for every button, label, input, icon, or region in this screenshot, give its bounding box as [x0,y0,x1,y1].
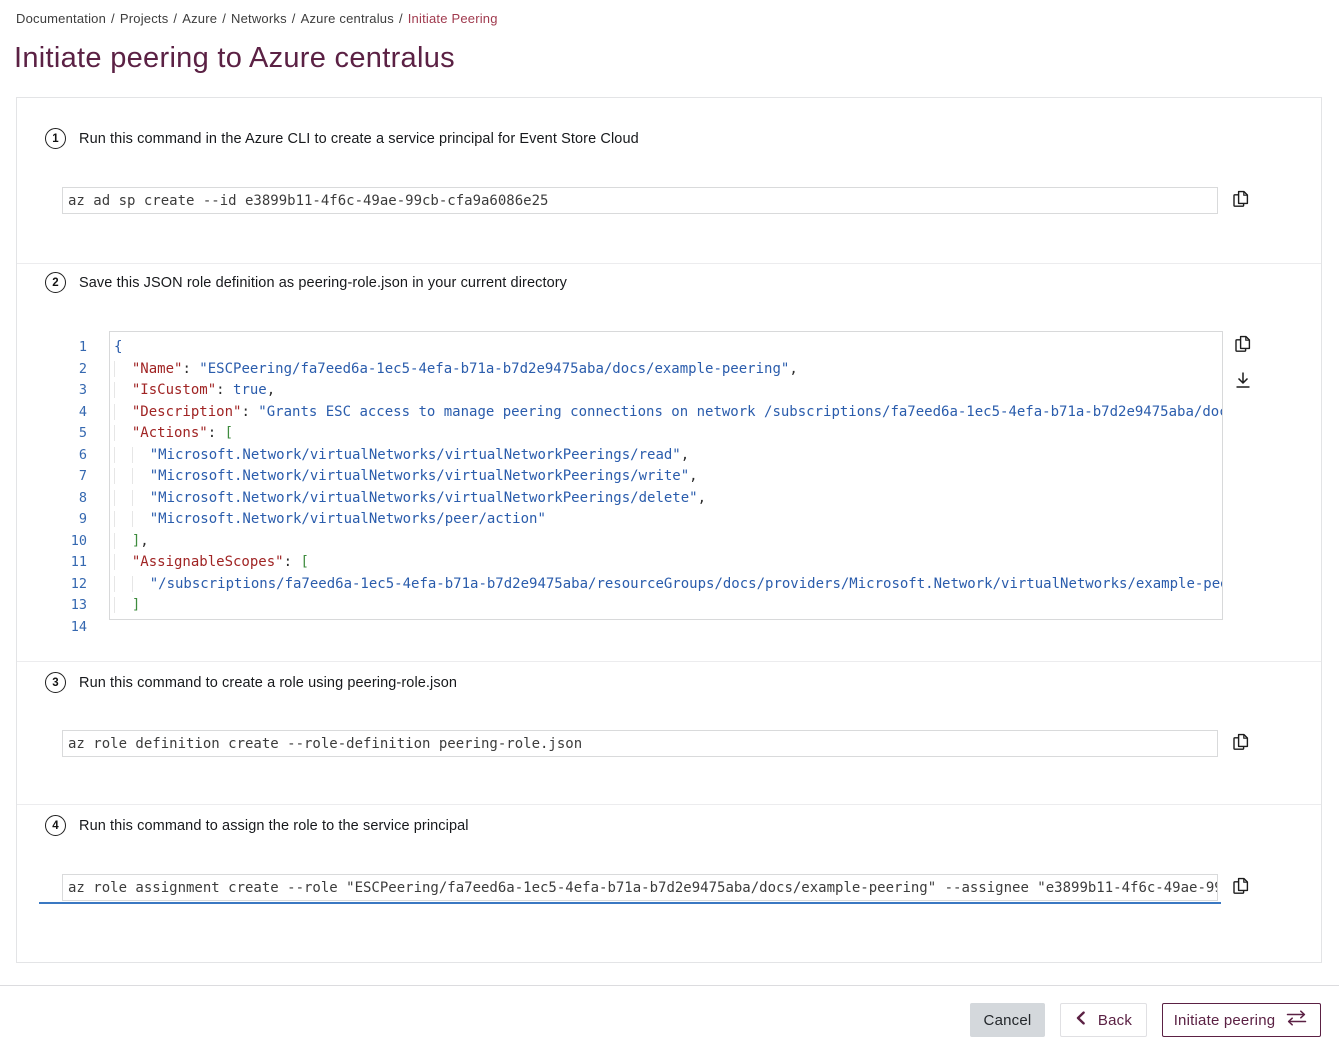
step-3-number-text: 3 [52,677,58,689]
chevron-left-icon [1075,1011,1086,1029]
code-line: { [114,337,1222,359]
step-2-number-text: 2 [52,277,58,289]
step-4-command-box[interactable]: az role assignment create --role "ESCPee… [62,874,1218,901]
step-1-command-box[interactable]: az ad sp create --id e3899b11-4f6c-49ae-… [62,187,1218,214]
back-button[interactable]: Back [1060,1003,1147,1037]
breadcrumb-item-documentation[interactable]: Documentation [16,11,106,26]
line-number: 11 [45,552,87,574]
line-number: 9 [45,509,87,531]
code-line: "/subscriptions/fa7eed6a-1ec5-4efa-b71a-… [114,574,1222,596]
breadcrumb-separator: / [222,11,226,26]
code-line: "AssignableScopes": [ [114,552,1222,574]
copy-icon [1232,333,1254,358]
step-4-command-text: az role assignment create --role "ESCPee… [63,880,1218,896]
step-1-command-text: az ad sp create --id e3899b11-4f6c-49ae-… [63,193,548,209]
breadcrumb-separator: / [173,11,177,26]
copy-icon [1230,731,1252,756]
copy-icon [1230,875,1252,900]
step-3-instruction: Run this command to create a role using … [79,675,457,691]
step-4-instruction: Run this command to assign the role to t… [79,818,469,834]
step-4-number: 4 [45,815,66,836]
line-number: 8 [45,488,87,510]
breadcrumb-separator: / [399,11,403,26]
section-divider [17,661,1321,662]
initiate-peering-button[interactable]: Initiate peering [1162,1003,1321,1037]
line-number: 7 [45,466,87,488]
code-line: "Microsoft.Network/virtualNetworks/virtu… [114,488,1222,510]
code-line: "Microsoft.Network/virtualNetworks/peer/… [114,509,1222,531]
page-title: Initiate peering to Azure centralus [14,42,455,75]
code-line: "IsCustom": true, [114,380,1222,402]
step-4-number-text: 4 [52,820,58,832]
copy-json-button[interactable] [1231,333,1255,357]
step-3-command-box[interactable]: az role definition create --role-definit… [62,730,1218,757]
code-line: "Actions": [ [114,423,1222,445]
download-icon [1232,369,1254,394]
initiate-peering-page: Documentation / Projects / Azure / Networks / Az… [0,0,1339,1057]
copy-command-4-button[interactable] [1229,875,1253,899]
line-number: 2 [45,359,87,381]
step-3-command-text: az role definition create --role-definit… [63,736,582,752]
cancel-button[interactable]: Cancel [970,1003,1045,1037]
breadcrumb-item-azure-centralus[interactable]: Azure centralus [301,11,394,26]
code-line: "Name": "ESCPeering/fa7eed6a-1ec5-4efa-b… [114,359,1222,381]
copy-icon [1230,188,1252,213]
line-number: 3 [45,380,87,402]
breadcrumb-separator: / [292,11,296,26]
line-number: 12 [45,574,87,596]
line-numbers-gutter: 1234567891011121314 [45,337,87,638]
code-line: } [114,617,1222,621]
step-3-number: 3 [45,672,66,693]
breadcrumb-item-azure[interactable]: Azure [182,11,217,26]
line-number: 10 [45,531,87,553]
line-number: 14 [45,617,87,639]
code-line: "Microsoft.Network/virtualNetworks/virtu… [114,445,1222,467]
cancel-button-label: Cancel [984,1012,1032,1029]
json-role-definition-editor[interactable]: { "Name": "ESCPeering/fa7eed6a-1ec5-4efa… [109,331,1223,620]
step-2-number: 2 [45,272,66,293]
line-number: 5 [45,423,87,445]
back-button-label: Back [1098,1012,1132,1029]
section-divider [17,263,1321,264]
breadcrumb: Documentation / Projects / Azure / Networks / Az… [16,11,498,26]
horizontal-scrollbar-thumb[interactable] [39,902,1221,904]
code-line: ] [114,595,1222,617]
code-line: "Microsoft.Network/virtualNetworks/virtu… [114,466,1222,488]
line-number: 4 [45,402,87,424]
step-2-instruction: Save this JSON role definition as peerin… [79,275,567,291]
section-divider [17,804,1321,805]
line-number: 1 [45,337,87,359]
line-number: 6 [45,445,87,467]
transfer-arrows-icon [1284,1010,1309,1030]
code-line: "Description": "Grants ESC access to man… [114,402,1222,424]
step-1-instruction: Run this command in the Azure CLI to cre… [79,131,639,147]
initiate-peering-button-label: Initiate peering [1174,1012,1276,1029]
breadcrumb-item-initiate-peering: Initiate Peering [408,11,498,26]
code-line: ], [114,531,1222,553]
footer-divider [0,985,1339,986]
copy-command-3-button[interactable] [1229,731,1253,755]
line-number: 13 [45,595,87,617]
wizard-card: 1 Run this command in the Azure CLI to c… [16,97,1322,963]
download-json-button[interactable] [1231,369,1255,393]
breadcrumb-item-projects[interactable]: Projects [120,11,169,26]
step-1-number-text: 1 [52,133,58,145]
copy-command-1-button[interactable] [1229,188,1253,212]
step-1-number: 1 [45,128,66,149]
breadcrumb-separator: / [111,11,115,26]
breadcrumb-item-networks[interactable]: Networks [231,11,287,26]
